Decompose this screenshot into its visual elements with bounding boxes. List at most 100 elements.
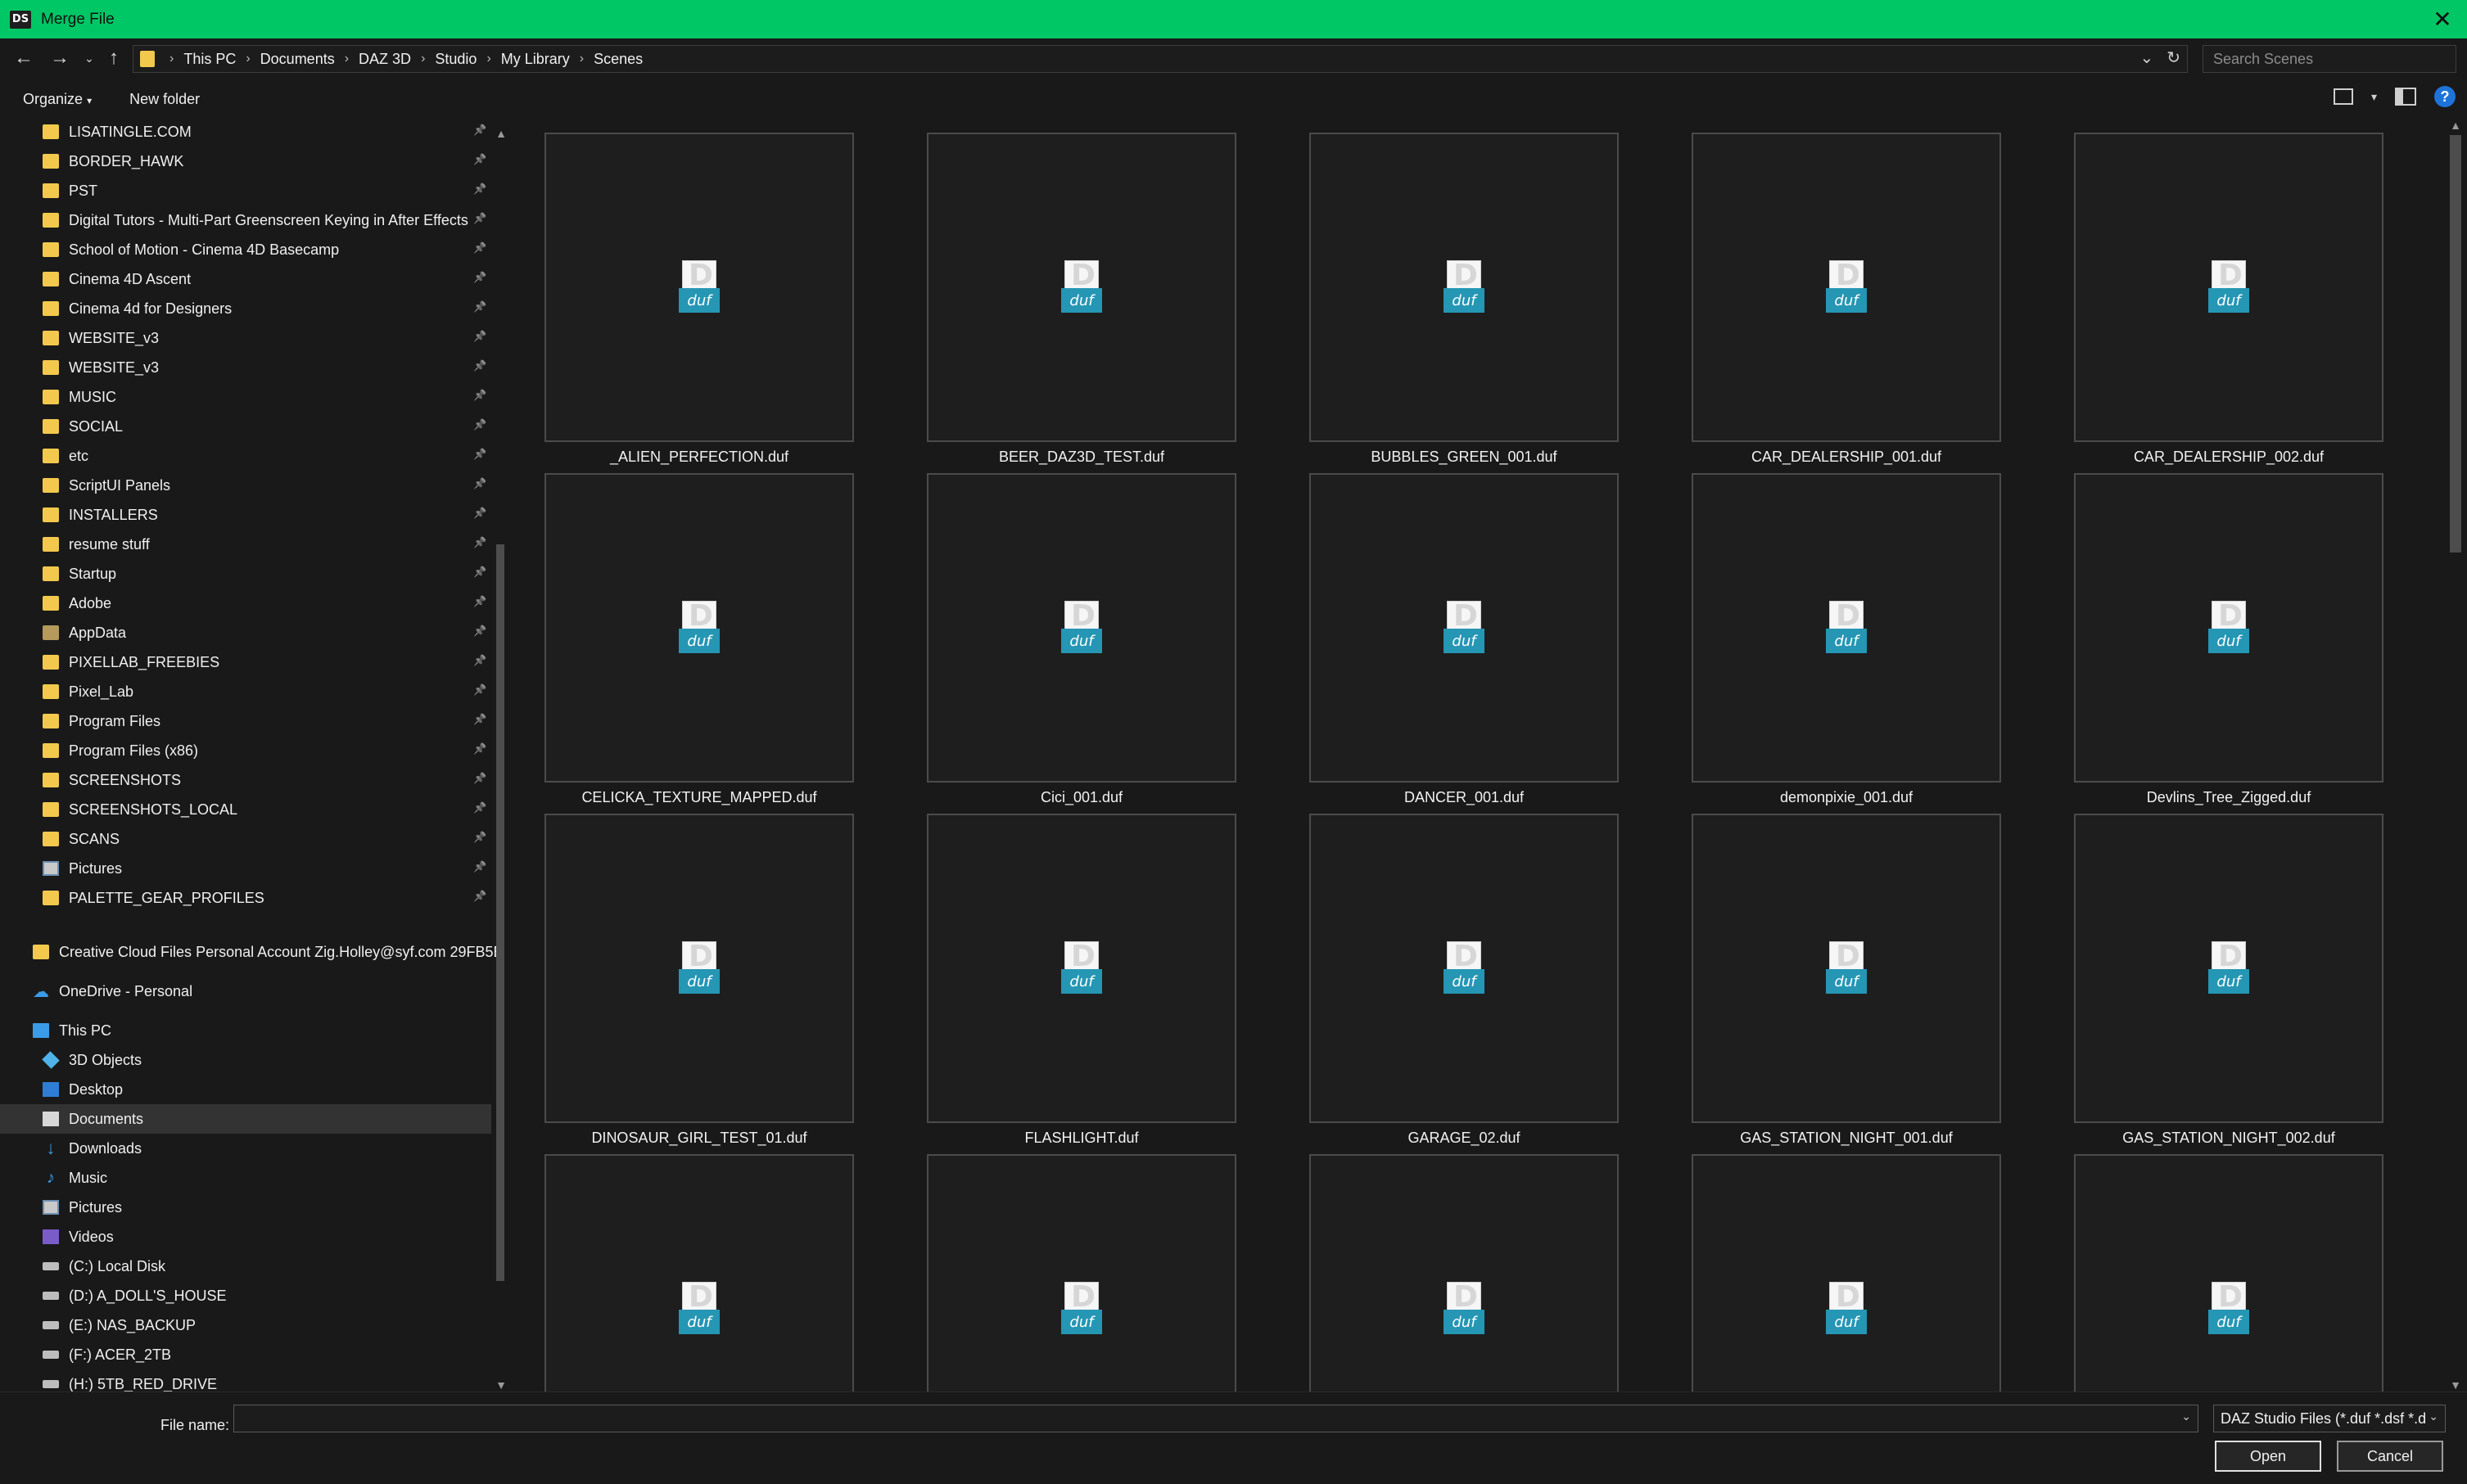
quick-access-item[interactable]: Cinema 4d for Designers: [0, 294, 491, 323]
scroll-thumb[interactable]: [2450, 135, 2461, 553]
file-tile[interactable]: duf DANCER_001.duf: [1309, 473, 1619, 806]
file-tile[interactable]: duf: [2074, 1154, 2383, 1392]
nav-item-pc-location[interactable]: (F:) ACER_2TB: [0, 1340, 491, 1369]
file-tile[interactable]: duf CAR_DEALERSHIP_001.duf: [1692, 133, 2001, 466]
file-tile[interactable]: duf: [544, 1154, 854, 1392]
quick-access-item[interactable]: MUSIC: [0, 382, 491, 412]
quick-access-item[interactable]: SOCIAL: [0, 412, 491, 441]
quick-access-item[interactable]: WEBSITE_v3: [0, 353, 491, 382]
nav-item-pc-location[interactable]: (D:) A_DOLL'S_HOUSE: [0, 1281, 491, 1310]
organize-menu-button[interactable]: Organize ▾: [23, 91, 92, 108]
forward-arrow-icon[interactable]: →: [47, 46, 72, 70]
nav-item-creative-cloud[interactable]: Creative Cloud Files Personal Account Zi…: [0, 937, 504, 967]
new-folder-button[interactable]: New folder: [129, 91, 200, 108]
scroll-thumb[interactable]: [496, 544, 504, 1281]
quick-access-item[interactable]: PST: [0, 176, 491, 205]
file-tile[interactable]: duf GAS_STATION_NIGHT_001.duf: [1692, 814, 2001, 1147]
breadcrumb-my-library[interactable]: My Library: [501, 51, 570, 68]
nav-item-pc-location[interactable]: Pictures: [0, 1193, 491, 1222]
quick-access-item[interactable]: AppData: [0, 618, 491, 647]
nav-item-pc-location[interactable]: (H:) 5TB_RED_DRIVE: [0, 1369, 491, 1392]
file-tile[interactable]: duf: [927, 1154, 1236, 1392]
file-tile[interactable]: duf demonpixie_001.duf: [1692, 473, 2001, 806]
nav-item-pc-location[interactable]: 3D Objects: [0, 1045, 491, 1075]
nav-item-pc-location[interactable]: ♪ Music: [0, 1163, 491, 1193]
chevron-down-icon[interactable]: ⌄: [2429, 1410, 2438, 1423]
file-tile[interactable]: duf BUBBLES_GREEN_001.duf: [1309, 133, 1619, 466]
quick-access-item[interactable]: Program Files (x86): [0, 736, 491, 765]
quick-access-item[interactable]: Cinema 4D Ascent: [0, 264, 491, 294]
nav-item-label: Downloads: [69, 1139, 142, 1157]
file-tile[interactable]: duf GAS_STATION_NIGHT_002.duf: [2074, 814, 2383, 1147]
nav-item-onedrive[interactable]: ☁ OneDrive - Personal: [0, 977, 491, 1006]
quick-access-item[interactable]: PIXELLAB_FREEBIES: [0, 647, 491, 677]
file-tile[interactable]: duf BEER_DAZ3D_TEST.duf: [927, 133, 1236, 466]
file-tile[interactable]: duf CAR_DEALERSHIP_002.duf: [2074, 133, 2383, 466]
quick-access-item[interactable]: SCREENSHOTS: [0, 765, 491, 795]
search-input[interactable]: Search Scenes: [2203, 45, 2456, 73]
breadcrumb-scenes[interactable]: Scenes: [594, 51, 643, 68]
quick-access-item[interactable]: BORDER_HAWK: [0, 147, 491, 176]
nav-item-pc-location[interactable]: Desktop: [0, 1075, 491, 1104]
scroll-down-icon[interactable]: ▼: [495, 1378, 508, 1392]
close-icon[interactable]: ✕: [2428, 4, 2457, 34]
nav-item-pc-location[interactable]: (C:) Local Disk: [0, 1252, 491, 1281]
change-view-icon[interactable]: [2333, 88, 2353, 105]
quick-access-item[interactable]: Pictures: [0, 854, 491, 883]
chevron-down-icon[interactable]: ▾: [2371, 90, 2377, 104]
quick-access-item[interactable]: SCANS: [0, 824, 491, 854]
quick-access-item[interactable]: Program Files: [0, 706, 491, 736]
breadcrumb-daz-3d[interactable]: DAZ 3D: [359, 51, 411, 68]
quick-access-item[interactable]: Pixel_Lab: [0, 677, 491, 706]
pin-icon: 📌: [473, 772, 487, 784]
content-scrollbar[interactable]: ▲ ▼: [2447, 119, 2465, 1392]
nav-scrollbar[interactable]: ▲ ▼: [495, 127, 508, 1392]
quick-access-item[interactable]: INSTALLERS: [0, 500, 491, 530]
address-bar[interactable]: › This PC › Documents › DAZ 3D › Studio …: [133, 45, 2188, 73]
quick-access-item[interactable]: SCREENSHOTS_LOCAL: [0, 795, 491, 824]
back-arrow-icon[interactable]: ←: [11, 46, 36, 70]
breadcrumb-this-pc[interactable]: This PC: [183, 51, 236, 68]
scroll-down-icon[interactable]: ▼: [2447, 1378, 2465, 1392]
refresh-icon[interactable]: ↻: [2167, 47, 2180, 68]
scroll-up-icon[interactable]: ▲: [2447, 119, 2465, 132]
nav-item-this-pc[interactable]: This PC: [0, 1016, 491, 1045]
nav-item-pc-location[interactable]: ↓ Downloads: [0, 1134, 491, 1163]
quick-access-item[interactable]: LISATINGLE.COM: [0, 119, 491, 147]
preview-pane-icon[interactable]: [2395, 88, 2416, 106]
file-tile[interactable]: duf GARAGE_02.duf: [1309, 814, 1619, 1147]
nav-item-pc-location[interactable]: Documents: [0, 1104, 491, 1134]
quick-access-item[interactable]: PALETTE_GEAR_PROFILES: [0, 883, 491, 913]
scroll-up-icon[interactable]: ▲: [495, 127, 508, 140]
file-tile[interactable]: duf FLASHLIGHT.duf: [927, 814, 1236, 1147]
chevron-down-icon[interactable]: ⌄: [2181, 1410, 2191, 1423]
quick-access-item[interactable]: WEBSITE_v3: [0, 323, 491, 353]
file-type-select[interactable]: DAZ Studio Files (*.duf *.dsf *.d ⌄: [2213, 1405, 2446, 1432]
up-arrow-icon[interactable]: ↑: [102, 46, 126, 70]
recent-locations-chevron-icon[interactable]: ⌄: [77, 46, 102, 70]
help-icon[interactable]: ?: [2434, 86, 2456, 107]
file-tile[interactable]: duf _ALIEN_PERFECTION.duf: [544, 133, 854, 466]
file-tile[interactable]: duf Devlins_Tree_Zigged.duf: [2074, 473, 2383, 806]
chevron-down-icon[interactable]: ⌄: [2139, 47, 2153, 68]
drive-icon: [43, 1351, 59, 1359]
file-tile[interactable]: duf: [1309, 1154, 1619, 1392]
file-tile[interactable]: duf CELICKA_TEXTURE_MAPPED.duf: [544, 473, 854, 806]
quick-access-item[interactable]: School of Motion - Cinema 4D Basecamp: [0, 235, 491, 264]
breadcrumb-studio[interactable]: Studio: [435, 51, 477, 68]
quick-access-item[interactable]: Startup: [0, 559, 491, 589]
file-tile[interactable]: duf: [1692, 1154, 2001, 1392]
file-tile[interactable]: duf DINOSAUR_GIRL_TEST_01.duf: [544, 814, 854, 1147]
quick-access-item[interactable]: etc: [0, 441, 491, 471]
quick-access-item[interactable]: Adobe: [0, 589, 491, 618]
file-tile[interactable]: duf Cici_001.duf: [927, 473, 1236, 806]
breadcrumb-documents[interactable]: Documents: [260, 51, 335, 68]
quick-access-item[interactable]: ScriptUI Panels: [0, 471, 491, 500]
quick-access-item[interactable]: resume stuff: [0, 530, 491, 559]
open-button[interactable]: Open: [2215, 1441, 2321, 1472]
nav-item-pc-location[interactable]: Videos: [0, 1222, 491, 1252]
quick-access-item[interactable]: Digital Tutors - Multi-Part Greenscreen …: [0, 205, 491, 235]
nav-item-pc-location[interactable]: (E:) NAS_BACKUP: [0, 1310, 491, 1340]
file-name-input[interactable]: ⌄: [233, 1405, 2198, 1432]
cancel-button[interactable]: Cancel: [2337, 1441, 2443, 1472]
